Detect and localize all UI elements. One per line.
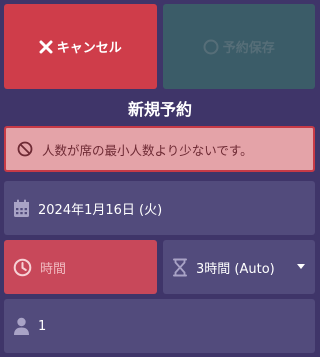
close-icon [39,40,53,54]
people-field[interactable]: 1 [4,299,315,353]
page-title: 新規予約 [127,100,192,119]
clock-icon [13,258,32,277]
duration-value: 3時間 (Auto) [196,261,275,277]
caret-down-icon[interactable] [297,264,305,269]
circle-icon [203,39,219,55]
save-button-label: 予約保存 [222,41,275,56]
date-value: 2024年1月16日 (火) [38,202,163,218]
person-icon [13,317,30,336]
cancel-button-label: キャンセル [56,41,122,56]
save-reservation-button[interactable]: 予約保存 [162,4,315,89]
action-bar: キャンセル 予約保存 [4,4,315,89]
date-field[interactable]: 2024年1月16日 (火) [4,181,315,235]
hourglass-icon [172,258,188,277]
calendar-icon [13,199,30,218]
ban-icon [17,141,33,157]
time-placeholder: 時間 [40,261,67,277]
time-field[interactable]: 時間 [4,240,157,294]
alert-message: 人数が席の最小人数より少ないです。 [42,142,253,158]
duration-select[interactable]: 3時間 (Auto) [163,240,315,294]
people-value: 1 [38,318,47,334]
cancel-button[interactable]: キャンセル [4,4,157,89]
validation-alert: 人数が席の最小人数より少ないです。 [4,126,315,172]
